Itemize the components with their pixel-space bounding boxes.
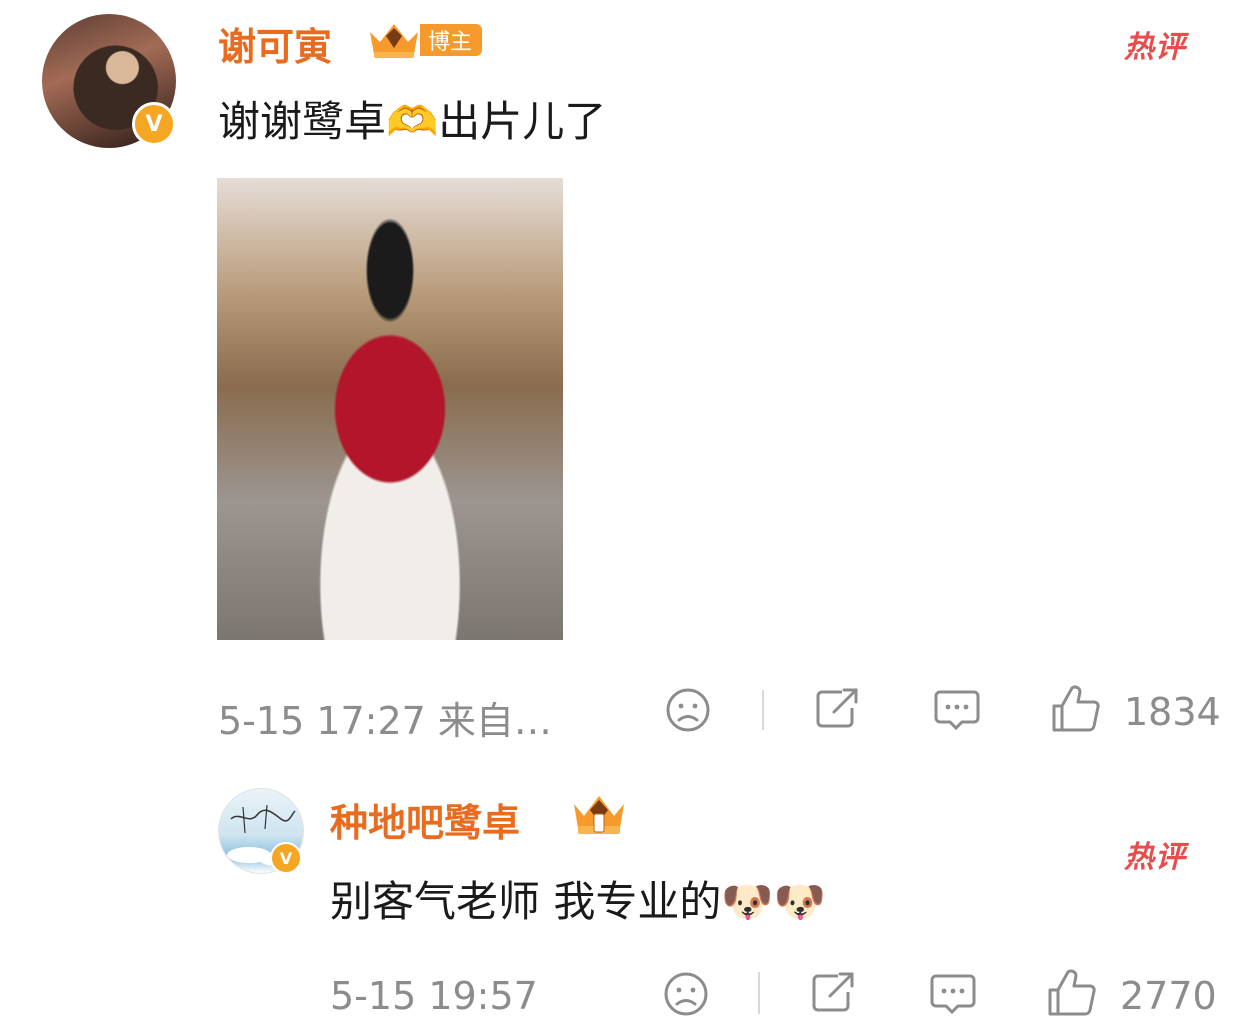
comment-timestamp: 5-15 19:57 [330, 974, 538, 1018]
crown-icon [574, 796, 624, 834]
verified-icon: V [270, 842, 302, 874]
blogger-badge: 博主 [420, 24, 483, 56]
crown-icon [370, 24, 418, 58]
comment-icon[interactable] [928, 970, 978, 1018]
comment-icon[interactable] [932, 686, 982, 734]
divider [758, 972, 760, 1014]
share-icon[interactable] [812, 686, 862, 732]
sad-face-icon[interactable] [664, 686, 712, 734]
hot-comment-badge: 热评 [1124, 840, 1186, 875]
sad-face-icon[interactable] [662, 970, 710, 1018]
hot-comment-badge: 热评 [1124, 30, 1186, 65]
comment-photo[interactable] [217, 178, 563, 640]
comment-timestamp: 5-15 17:27 来自… [218, 699, 552, 743]
like-count: 1834 [1124, 690, 1221, 734]
thumbs-up-icon[interactable] [1050, 684, 1102, 734]
comment-text: 谢谢鹭卓🫶出片儿了 [218, 97, 607, 146]
like-count: 2770 [1120, 974, 1217, 1018]
thumbs-up-icon[interactable] [1046, 968, 1098, 1018]
divider [762, 690, 764, 730]
username[interactable]: 种地吧鹭卓 [330, 792, 520, 847]
comment-text: 别客气老师 我专业的🐶🐶 [330, 877, 826, 926]
share-icon[interactable] [808, 970, 858, 1016]
username[interactable]: 谢可寅 [218, 16, 332, 71]
verified-icon: V [132, 102, 176, 146]
